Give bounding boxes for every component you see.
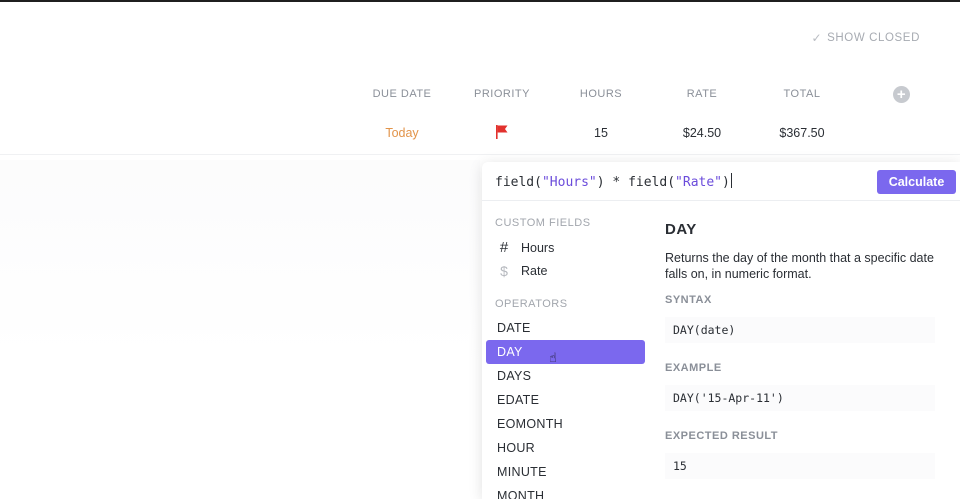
- custom-field-label: Hours: [521, 240, 555, 255]
- function-description: Returns the day of the month that a spec…: [665, 251, 934, 281]
- formula-input[interactable]: field("Hours") * field("Rate"): [495, 173, 732, 190]
- window-top-border: [0, 0, 960, 2]
- text-caret: [730, 173, 732, 188]
- operator-date[interactable]: DATE: [486, 316, 645, 340]
- expected-result-label: EXPECTED RESULT: [665, 430, 779, 442]
- custom-field-hours[interactable]: # Hours: [497, 239, 555, 256]
- due-date-cell[interactable]: Today: [370, 126, 434, 140]
- table-header: DUE DATE PRIORITY HOURS RATE TOTAL +: [0, 86, 960, 104]
- column-header-hours[interactable]: HOURS: [576, 88, 626, 100]
- operator-minute[interactable]: MINUTE: [486, 460, 645, 484]
- operator-edate[interactable]: EDATE: [486, 388, 645, 412]
- formula-part: ): [722, 175, 730, 190]
- custom-fields-label: CUSTOM FIELDS: [495, 217, 591, 229]
- expected-result-value: 15: [665, 453, 935, 479]
- column-header-rate[interactable]: RATE: [680, 88, 724, 100]
- background-fade: [0, 160, 480, 360]
- number-icon: #: [499, 239, 509, 256]
- check-icon: ✓: [811, 31, 823, 45]
- formula-part: field(: [495, 175, 542, 190]
- operator-hour[interactable]: HOUR: [486, 436, 645, 460]
- function-title: DAY: [665, 221, 697, 238]
- formula-bar: field("Hours") * field("Rate") Calculate: [482, 162, 960, 201]
- formula-string: "Rate": [675, 175, 723, 190]
- syntax-label: SYNTAX: [665, 294, 712, 306]
- operators-label: OPERATORS: [495, 298, 568, 310]
- column-header-total[interactable]: TOTAL: [778, 88, 826, 100]
- example-label: EXAMPLE: [665, 362, 722, 374]
- calculate-button[interactable]: Calculate: [877, 170, 956, 194]
- function-list: CUSTOM FIELDS # Hours $ Rate OPERATORS D…: [482, 202, 650, 499]
- custom-field-rate[interactable]: $ Rate: [497, 263, 547, 279]
- formula-part: ) * field(: [596, 175, 676, 190]
- formula-string: "Hours": [541, 175, 597, 190]
- dollar-icon: $: [500, 263, 508, 279]
- operator-label: DAY: [497, 345, 523, 359]
- custom-field-label: Rate: [521, 264, 548, 278]
- formula-editor-popup: field("Hours") * field("Rate") Calculate…: [482, 162, 960, 499]
- syntax-code: DAY(date): [665, 317, 935, 343]
- row-divider: [0, 154, 960, 155]
- red-flag-icon[interactable]: [493, 124, 511, 143]
- operator-month[interactable]: MONTH: [486, 484, 645, 499]
- show-closed-label: SHOW CLOSED: [827, 32, 920, 44]
- table-row[interactable]: Today 15 $24.50 $367.50: [0, 114, 960, 152]
- function-detail-panel: DAY Returns the day of the month that a …: [665, 202, 955, 499]
- operator-day[interactable]: DAY ☝: [486, 340, 645, 365]
- operator-eomonth[interactable]: EOMONTH: [486, 412, 645, 436]
- column-header-due-date[interactable]: DUE DATE: [370, 88, 434, 100]
- total-cell[interactable]: $367.50: [766, 126, 838, 140]
- hours-cell[interactable]: 15: [576, 126, 626, 140]
- rate-cell[interactable]: $24.50: [670, 126, 734, 140]
- example-code: DAY('15-Apr-11'): [665, 385, 935, 411]
- operator-days[interactable]: DAYS: [486, 364, 645, 388]
- show-closed-toggle[interactable]: ✓ SHOW CLOSED: [811, 31, 920, 45]
- column-header-priority[interactable]: PRIORITY: [472, 88, 532, 100]
- add-column-icon[interactable]: +: [893, 86, 910, 103]
